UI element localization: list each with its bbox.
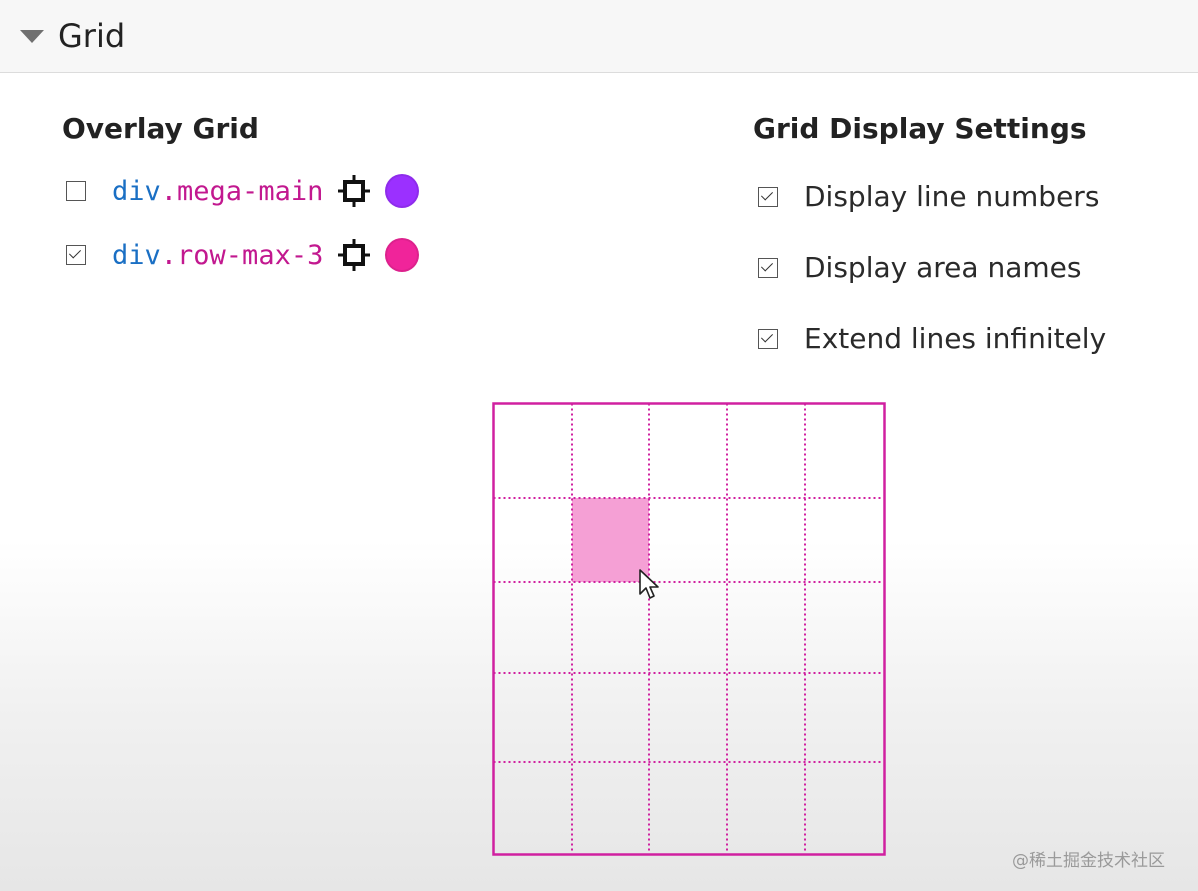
overlay-color-swatch[interactable] [385,238,420,272]
setting-label: Display area names [804,251,1082,284]
target-element-icon[interactable] [337,174,371,208]
overlay-item-row-max-3[interactable]: div.row-max-3 [66,238,420,272]
setting-line-numbers[interactable]: Display line numbers [758,180,1099,213]
grid-overlay-preview [492,402,886,856]
extend-lines-checkbox[interactable] [758,328,778,349]
overlay-checkbox-mega-main[interactable] [66,181,86,201]
grid-container-border [492,402,886,856]
mouse-pointer-icon [639,569,659,599]
display-settings-heading: Grid Display Settings [753,112,1087,145]
overlay-checkbox-row-max-3[interactable] [66,245,86,265]
element-class: .mega-main [160,175,324,207]
element-tag: div [112,239,161,271]
caret-down-icon[interactable] [20,30,44,43]
line-numbers-checkbox[interactable] [758,186,778,207]
overlay-element-label[interactable]: div.mega-main [112,176,323,207]
overlay-element-label[interactable]: div.row-max-3 [112,240,323,271]
watermark: @稀土掘金技术社区 [1012,851,1165,871]
element-class: .row-max-3 [160,239,324,271]
setting-label: Extend lines infinitely [804,322,1107,355]
section-title: Grid [58,17,126,55]
area-names-checkbox[interactable] [758,257,778,278]
overlay-color-swatch[interactable] [385,174,420,208]
target-element-icon[interactable] [337,238,371,272]
overlay-item-mega-main[interactable]: div.mega-main [66,174,420,208]
setting-label: Display line numbers [804,180,1100,213]
overlay-grid-heading: Overlay Grid [62,112,259,145]
setting-extend-lines[interactable]: Extend lines infinitely [758,322,1106,355]
grid-section-header[interactable]: Grid [0,0,1198,73]
setting-area-names[interactable]: Display area names [758,251,1081,284]
element-tag: div [112,175,161,207]
